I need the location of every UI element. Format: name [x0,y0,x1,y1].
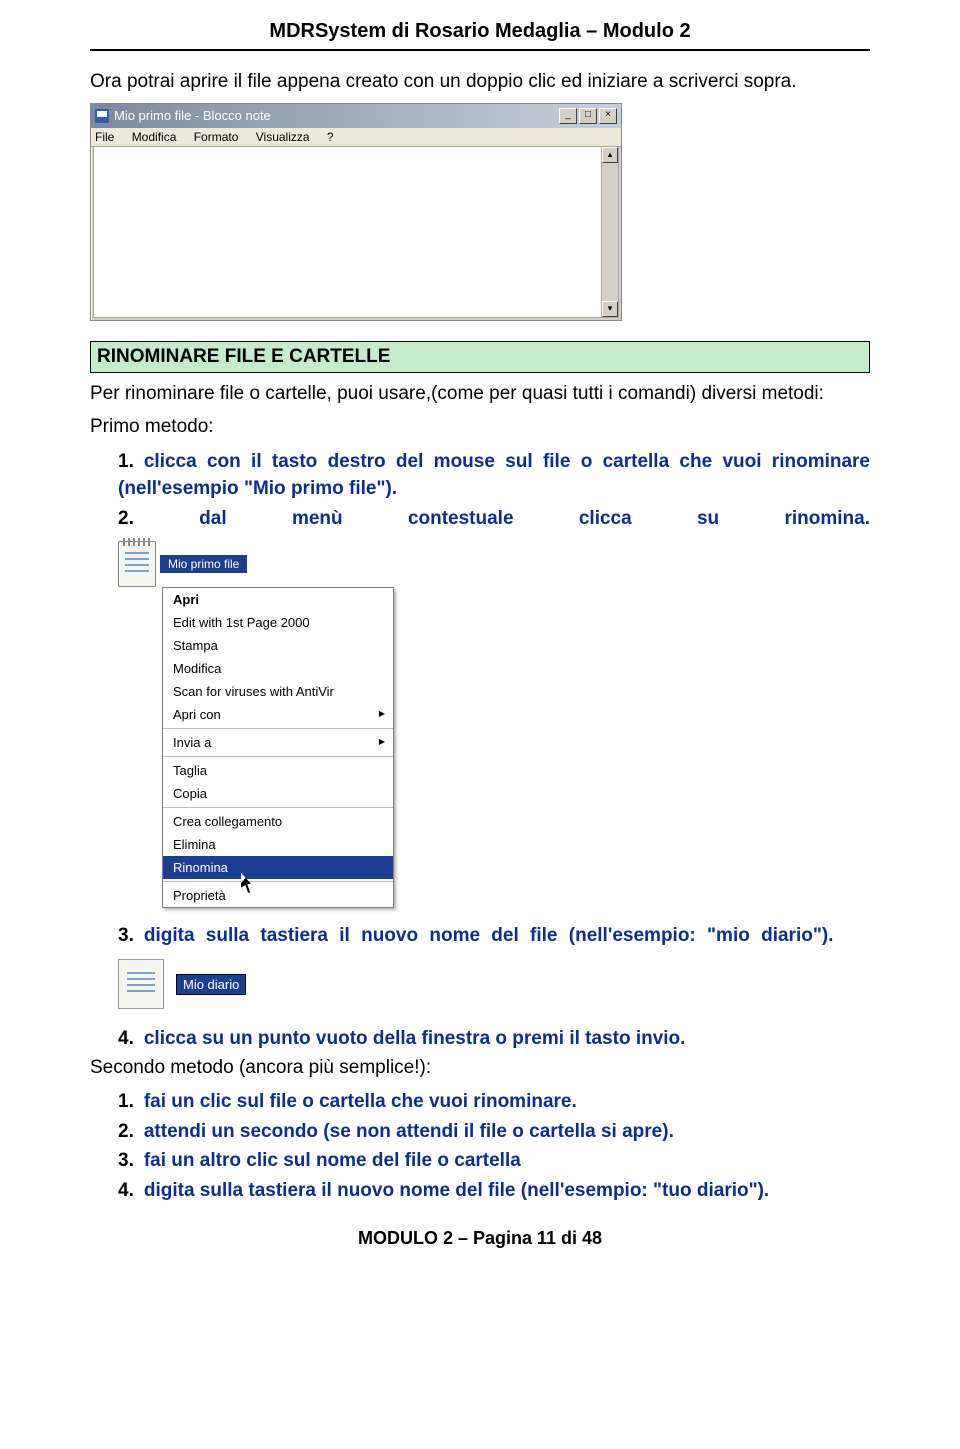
close-button[interactable]: × [599,108,617,124]
step-1-text: clicca con il tasto destro del mouse sul… [118,451,870,500]
context-menu: Apri Edit with 1st Page 2000 Stampa Modi… [162,587,394,908]
step-2-word-1: dal [199,505,226,533]
m2-step-3-number: 3. [118,1150,134,1171]
menu-formato[interactable]: Formato [194,130,239,144]
ctx-apri-con[interactable]: Apri con [163,703,393,726]
m2-step-4-number: 4. [118,1180,134,1201]
ctx-separator-2 [163,756,393,757]
m2-step-1-number: 1. [118,1091,134,1112]
ctx-crea-collegamento[interactable]: Crea collegamento [163,810,393,833]
primo-metodo-label: Primo metodo: [90,414,870,440]
notepad-app-icon [95,109,109,123]
notepad-text-area[interactable]: ▴ ▾ [93,147,619,318]
step-2-number: 2. [118,505,134,533]
step-3: 3. digita sulla tastiera il nuovo nome de… [118,922,870,950]
step-2-word-4: clicca [579,505,632,533]
text-file-icon [118,541,156,587]
ctx-rinomina[interactable]: Rinomina [163,856,393,879]
ctx-invia-a[interactable]: Invia a [163,731,393,754]
menu-file[interactable]: File [95,130,114,144]
ctx-separator-3 [163,807,393,808]
m2-step-2-text: attendi un secondo (se non attendi il fi… [144,1121,674,1142]
file-name-label: Mio primo file [160,555,247,573]
ctx-edit-1st-page[interactable]: Edit with 1st Page 2000 [163,611,393,634]
m2-step-3-text: fai un altro clic sul nome del file o ca… [144,1150,521,1171]
ctx-stampa[interactable]: Stampa [163,634,393,657]
step-4: 4. clicca su un punto vuoto della finestr… [118,1025,870,1053]
scroll-down-button[interactable]: ▾ [602,301,618,317]
intro-paragraph: Ora potrai aprire il file appena creato … [90,69,870,95]
step-1-number: 1. [118,451,134,472]
step-4-text: clicca su un punto vuoto della finestra … [144,1028,686,1049]
step-2: 2. dal menù contestuale clicca su rinomi… [118,505,870,533]
notepad-window: Mio primo file - Blocco note _ □ × File … [90,103,622,321]
menu-help[interactable]: ? [327,130,334,144]
maximize-button[interactable]: □ [579,108,597,124]
vertical-scrollbar[interactable]: ▴ ▾ [601,147,618,317]
step-2-word-6: rinomina. [784,505,870,533]
m2-step-3: 3. fai un altro clic sul nome del file o … [118,1147,870,1175]
step-1: 1.clicca con il tasto destro del mouse s… [118,448,870,503]
step-3-text: digita sulla tastiera il nuovo nome del … [144,925,834,946]
page-footer: MODULO 2 – Pagina 11 di 48 [90,1228,870,1249]
ctx-modifica[interactable]: Modifica [163,657,393,680]
step-4-number: 4. [118,1028,134,1049]
header-rule [90,49,870,51]
context-menu-figure: Mio primo file Apri Edit with 1st Page 2… [118,541,870,908]
notepad-menubar: File Modifica Formato Visualizza ? [91,128,621,147]
ctx-separator-1 [163,728,393,729]
rename-edit-label[interactable]: Mio diario [176,974,246,995]
m2-step-2: 2. attendi un secondo (se non attendi il … [118,1118,870,1146]
section-heading: RINOMINARE FILE E CARTELLE [90,341,870,373]
m2-step-1-text: fai un clic sul file o cartella che vuoi… [144,1091,577,1112]
m2-step-4: 4. digita sulla tastiera il nuovo nome de… [118,1177,870,1205]
step-2-word-5: su [697,505,719,533]
ctx-scan-antivir[interactable]: Scan for viruses with AntiVir [163,680,393,703]
ctx-elimina[interactable]: Elimina [163,833,393,856]
step-2-word-3: contestuale [408,505,514,533]
minimize-button[interactable]: _ [559,108,577,124]
secondo-metodo-label: Secondo metodo (ancora più semplice!): [90,1055,870,1081]
page-header-title: MDRSystem di Rosario Medaglia – Modulo 2 [90,20,870,43]
scroll-up-button[interactable]: ▴ [602,147,618,163]
ctx-taglia[interactable]: Taglia [163,759,393,782]
text-file-icon-2 [118,959,164,1009]
ctx-copia[interactable]: Copia [163,782,393,805]
step-2-word-2: menù [292,505,343,533]
ctx-separator-4 [163,881,393,882]
section-intro: Per rinominare file o cartelle, puoi usa… [90,381,870,407]
m2-step-1: 1. fai un clic sul file o cartella che vu… [118,1088,870,1116]
m2-step-4-text: digita sulla tastiera il nuovo nome del … [144,1180,769,1201]
rename-figure: Mio diario [118,959,870,1009]
menu-modifica[interactable]: Modifica [132,130,177,144]
notepad-title: Mio primo file - Blocco note [114,108,559,123]
ctx-proprieta[interactable]: Proprietà [163,884,393,907]
ctx-apri[interactable]: Apri [163,588,393,611]
step-3-number: 3. [118,925,134,946]
notepad-titlebar: Mio primo file - Blocco note _ □ × [91,104,621,128]
m2-step-2-number: 2. [118,1121,134,1142]
menu-visualizza[interactable]: Visualizza [256,130,310,144]
